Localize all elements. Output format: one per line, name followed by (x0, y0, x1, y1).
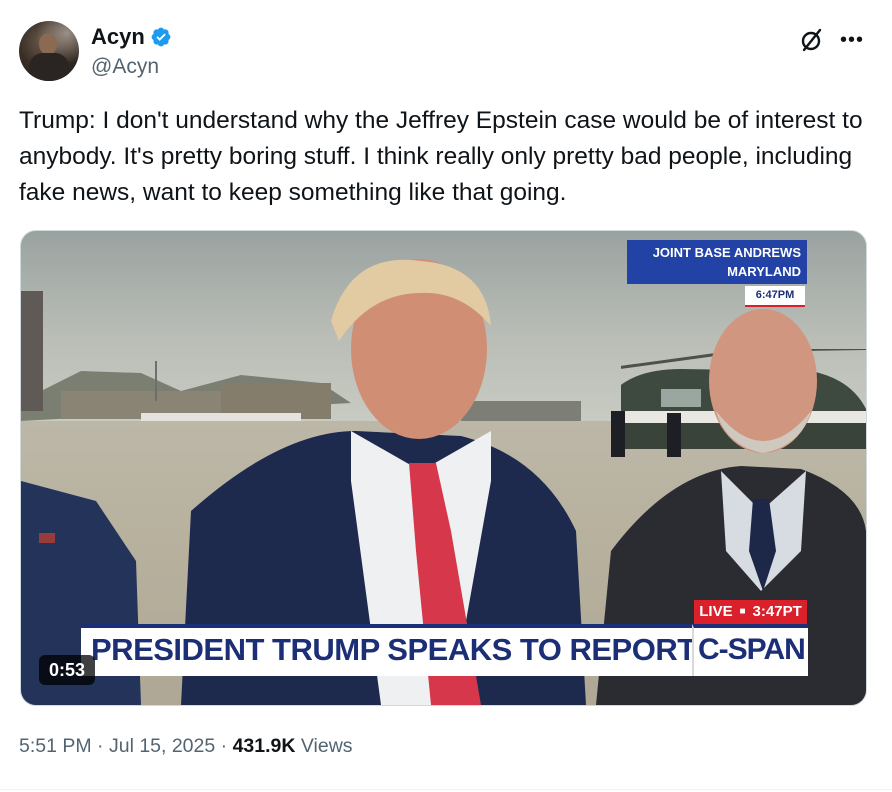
avatar-head (39, 33, 57, 55)
location-line-2: MARYLAND (727, 264, 801, 279)
views-label: Views (300, 735, 353, 757)
video-headline: PRESIDENT TRUMP SPEAKS TO REPORTERS (91, 632, 758, 667)
divider (0, 789, 892, 790)
tweet-time[interactable]: 5:51 PM (19, 735, 92, 757)
location-time: 6:47PM (745, 286, 805, 307)
video-headline-banner: PRESIDENT TRUMP SPEAKS TO REPORTERS (81, 624, 758, 676)
live-label: LIVE (699, 603, 733, 620)
video-location-banner: JOINT BASE ANDREWS MARYLAND (627, 240, 807, 284)
location-line-1: JOINT BASE ANDREWS (652, 245, 801, 260)
verified-badge-icon[interactable] (150, 26, 172, 48)
meta-separator: · (97, 735, 104, 757)
live-dot-icon: ■ (736, 606, 749, 617)
live-badge: LIVE ■ 3:47PT (694, 600, 807, 624)
author-name-row: Acyn (91, 24, 172, 50)
network-logo: C-SPAN (692, 624, 808, 676)
author-handle[interactable]: @Acyn (91, 55, 159, 79)
views-count: 431.9K (232, 735, 296, 757)
author-display-name[interactable]: Acyn (91, 24, 145, 50)
tweet-meta: 5:51 PM · Jul 15, 2025 · 431.9K Views (19, 733, 353, 759)
more-options-icon[interactable]: ••• (838, 26, 866, 54)
avatar-body (29, 53, 69, 81)
grok-icon[interactable] (798, 26, 826, 54)
meta-separator-2: · (220, 735, 228, 757)
tweet-date[interactable]: Jul 15, 2025 (109, 735, 215, 757)
avatar[interactable] (19, 21, 79, 81)
video-player[interactable]: JOINT BASE ANDREWS MARYLAND 6:47PM LIVE … (20, 230, 867, 706)
tweet-text: Trump: I don't understand why the Jeffre… (19, 107, 863, 206)
network-name: C-SPAN (698, 633, 806, 666)
live-time: 3:47PT (752, 603, 802, 620)
video-duration: 0:53 (39, 655, 96, 685)
